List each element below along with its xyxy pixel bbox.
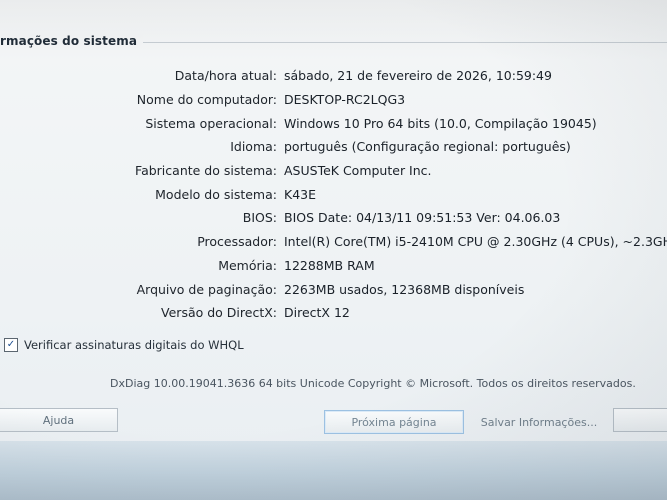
info-label-system-model: Modelo do sistema: bbox=[155, 186, 277, 202]
info-row-memory: Memória: 12288MB RAM bbox=[0, 254, 667, 278]
taskbar-strip bbox=[0, 441, 667, 500]
system-info-group-title: rmações do sistema bbox=[0, 34, 144, 48]
info-label-language: Idioma: bbox=[230, 139, 277, 155]
info-label-operating-system: Sistema operacional: bbox=[145, 115, 277, 131]
info-row-language: Idioma: português (Configuração regional… bbox=[0, 135, 667, 159]
whql-checkbox-label[interactable]: Verificar assinaturas digitais do WHQL bbox=[24, 338, 244, 352]
info-label-date-time: Data/hora atual: bbox=[174, 68, 277, 84]
info-row-processor: Processador: Intel(R) Core(TM) i5-2410M … bbox=[0, 230, 667, 254]
info-value-system-manufacturer: ASUSTeK Computer Inc. bbox=[284, 163, 432, 179]
info-row-bios: BIOS: BIOS Date: 04/13/11 09:51:53 Ver: … bbox=[0, 206, 667, 230]
info-label-bios: BIOS: bbox=[242, 210, 277, 226]
info-value-processor: Intel(R) Core(TM) i5-2410M CPU @ 2.30GHz… bbox=[284, 234, 667, 250]
info-value-computer-name: DESKTOP-RC2LQG3 bbox=[284, 92, 406, 108]
info-value-date-time: sábado, 21 de fevereiro de 2026, 10:59:4… bbox=[284, 68, 552, 84]
info-label-processor: Processador: bbox=[197, 234, 277, 250]
info-row-directx-version: Versão do DirectX: DirectX 12 bbox=[0, 301, 667, 325]
info-row-page-file: Arquivo de paginação: 2263MB usados, 123… bbox=[0, 277, 667, 301]
info-label-computer-name: Nome do computador: bbox=[136, 92, 277, 108]
save-info-button[interactable]: Salvar Informações... bbox=[472, 410, 606, 434]
info-row-system-manufacturer: Fabricante do sistema: ASUSTeK Computer … bbox=[0, 159, 667, 183]
info-value-system-model: K43E bbox=[284, 186, 317, 202]
dialog-button-row: Ajuda Próxima página Salvar Informações.… bbox=[0, 408, 667, 438]
info-row-operating-system: Sistema operacional: Windows 10 Pro 64 b… bbox=[0, 111, 667, 135]
info-label-page-file: Arquivo de paginação: bbox=[136, 281, 277, 297]
next-page-button[interactable]: Próxima página bbox=[324, 410, 464, 434]
info-value-memory: 12288MB RAM bbox=[284, 257, 375, 273]
info-label-memory: Memória: bbox=[218, 257, 277, 273]
system-info-table: Data/hora atual: sábado, 21 de fevereiro… bbox=[0, 64, 667, 325]
copyright-footer: DxDiag 10.00.19041.3636 64 bits Unicode … bbox=[110, 377, 636, 390]
info-label-system-manufacturer: Fabricante do sistema: bbox=[135, 163, 277, 179]
cutoff-button[interactable] bbox=[613, 408, 667, 432]
info-value-page-file: 2263MB usados, 12368MB disponíveis bbox=[284, 281, 525, 297]
info-row-date-time: Data/hora atual: sábado, 21 de fevereiro… bbox=[0, 64, 667, 88]
whql-checkbox-row[interactable]: ✓ Verificar assinaturas digitais do WHQL bbox=[4, 338, 244, 352]
info-value-bios: BIOS Date: 04/13/11 09:51:53 Ver: 04.06.… bbox=[284, 210, 561, 226]
info-value-directx-version: DirectX 12 bbox=[284, 305, 350, 321]
info-row-computer-name: Nome do computador: DESKTOP-RC2LQG3 bbox=[0, 88, 667, 112]
help-button[interactable]: Ajuda bbox=[0, 408, 118, 432]
checkmark-icon: ✓ bbox=[6, 339, 16, 350]
dxdiag-window: rmações do sistema Data/hora atual: sába… bbox=[0, 0, 667, 500]
info-row-system-model: Modelo do sistema: K43E bbox=[0, 182, 667, 206]
whql-checkbox[interactable]: ✓ bbox=[4, 338, 18, 352]
info-value-operating-system: Windows 10 Pro 64 bits (10.0, Compilação… bbox=[284, 115, 597, 131]
info-value-language: português (Configuração regional: portug… bbox=[284, 139, 571, 155]
info-label-directx-version: Versão do DirectX: bbox=[161, 305, 277, 321]
